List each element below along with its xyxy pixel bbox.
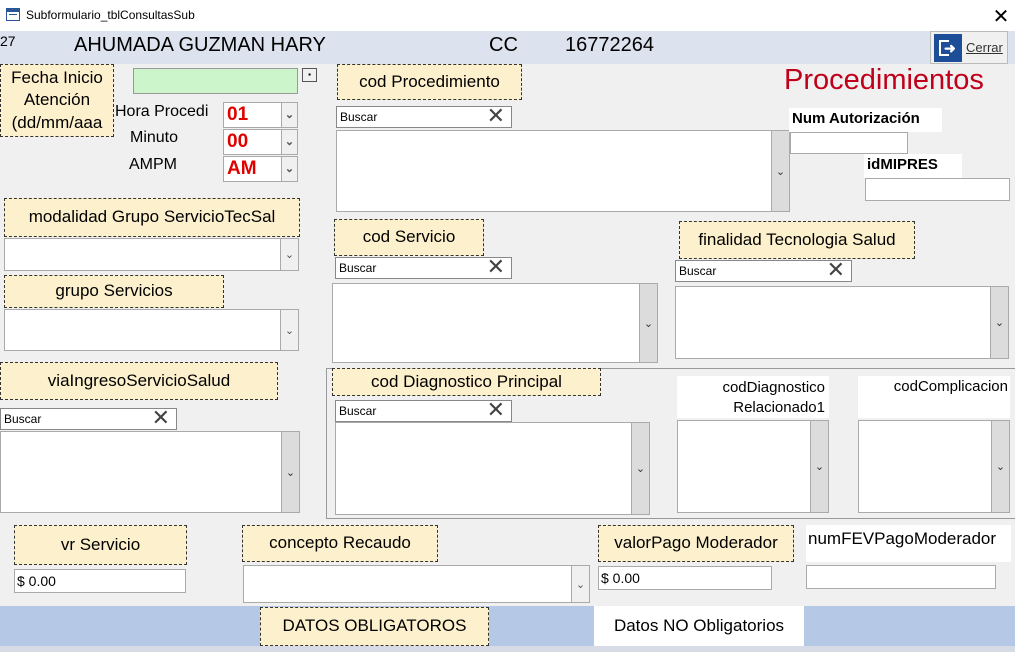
via-ingreso-list[interactable] <box>0 431 300 513</box>
via-ingreso-search[interactable]: Buscar ✕ <box>0 407 177 430</box>
clear-icon[interactable]: ✕ <box>152 407 170 429</box>
vr-servicio-label: vr Servicio <box>14 525 187 565</box>
modalidad-select[interactable] <box>4 238 299 271</box>
grupo-servicios-select[interactable] <box>4 309 299 351</box>
search-placeholder: Buscar <box>4 412 42 426</box>
section-title: Procedimientos <box>784 64 984 96</box>
exit-icon: ➜ <box>934 33 962 62</box>
cod-diagnostico-label: cod Diagnostico Principal <box>332 368 601 396</box>
valor-pago-label: valorPago Moderador <box>598 525 794 562</box>
clear-icon[interactable]: ✕ <box>827 259 845 281</box>
cerrar-button[interactable]: ➜ Cerrar <box>930 31 1008 64</box>
ampm-label: AMPM <box>129 156 177 173</box>
cod-complicacion-label: codComplicacion <box>858 376 1010 418</box>
patient-header: 27 AHUMADA GUZMAN HARY CC 16772264 ➜ Cer… <box>0 31 1015 64</box>
calendar-icon[interactable]: ▪ <box>302 68 317 82</box>
concepto-recaudo-label: concepto Recaudo <box>242 525 438 562</box>
modalidad-label: modalidad Grupo ServicioTecSal <box>4 198 300 237</box>
tab-datos-no-obligatorios[interactable]: Datos NO Obligatorios <box>594 606 804 646</box>
record-number: 27 <box>0 33 16 49</box>
search-placeholder: Buscar <box>339 261 377 275</box>
via-ingreso-label: viaIngresoServicioSalud <box>0 362 278 400</box>
cod-diag-rel-label: codDiagnostico Relacionado1 <box>677 376 829 418</box>
finalidad-search[interactable]: Buscar ✕ <box>675 259 852 282</box>
title-bar: Subformulario_tblConsultasSub ✕ <box>0 0 1015 31</box>
fecha-input[interactable] <box>133 68 298 94</box>
doc-type: CC <box>489 34 518 56</box>
hora-value: 01 <box>227 104 249 125</box>
grupo-servicios-label: grupo Servicios <box>4 275 224 308</box>
chevron-down-icon[interactable] <box>281 130 297 154</box>
chevron-down-icon[interactable] <box>631 423 649 514</box>
clear-icon[interactable]: ✕ <box>487 399 505 421</box>
chevron-down-icon[interactable] <box>280 310 298 350</box>
close-icon[interactable]: ✕ <box>990 4 1012 29</box>
footer-tabs: DATOS OBLIGATOROS Datos NO Obligatorios <box>0 606 1015 646</box>
num-fev-label: numFEVPagoModerador <box>806 525 1011 562</box>
chevron-down-icon[interactable] <box>810 421 828 512</box>
clear-icon[interactable]: ✕ <box>487 256 505 278</box>
hora-label: Hora Procedi <box>115 103 209 120</box>
clear-icon[interactable]: ✕ <box>487 105 505 127</box>
cod-servicio-list[interactable] <box>332 283 658 363</box>
hora-select[interactable]: 01 <box>223 102 298 128</box>
cerrar-label: Cerrar <box>966 40 1003 55</box>
fecha-label: Fecha Inicio Atención (dd/mm/aaa <box>0 64 114 137</box>
cod-diagnostico-list[interactable] <box>335 422 650 515</box>
idmipres-label: idMIPRES <box>864 154 962 178</box>
search-placeholder: Buscar <box>679 264 717 278</box>
chevron-down-icon[interactable] <box>990 287 1008 358</box>
divider <box>326 368 327 518</box>
divider <box>326 518 1015 519</box>
chevron-down-icon[interactable] <box>639 284 657 362</box>
chevron-down-icon[interactable] <box>281 432 299 512</box>
num-autorizacion-label: Num Autorización <box>789 108 942 132</box>
valor-pago-input[interactable]: $ 0.00 <box>598 566 772 590</box>
chevron-down-icon[interactable] <box>771 131 789 211</box>
num-autorizacion-input[interactable] <box>790 132 908 154</box>
cod-procedimiento-list[interactable] <box>336 130 790 212</box>
form-icon <box>6 8 20 21</box>
vr-servicio-input[interactable]: $ 0.00 <box>14 569 186 593</box>
chevron-down-icon[interactable] <box>571 566 589 602</box>
minuto-select[interactable]: 00 <box>223 129 298 155</box>
cod-servicio-search[interactable]: Buscar ✕ <box>335 256 512 279</box>
cod-complicacion-list[interactable] <box>858 420 1010 513</box>
ampm-value: AM <box>227 158 257 179</box>
chevron-down-icon[interactable] <box>281 157 297 181</box>
ampm-select[interactable]: AM <box>223 156 298 182</box>
num-fev-input[interactable] <box>806 565 996 589</box>
background-strip <box>0 646 1015 652</box>
chevron-down-icon[interactable] <box>991 421 1009 512</box>
idmipres-input[interactable] <box>865 178 1010 201</box>
cod-diagnostico-search[interactable]: Buscar ✕ <box>335 399 512 422</box>
tab-datos-obligatorios[interactable]: DATOS OBLIGATOROS <box>260 607 489 646</box>
patient-name: AHUMADA GUZMAN HARY <box>74 34 326 56</box>
chevron-down-icon[interactable] <box>281 103 297 127</box>
finalidad-label: finalidad Tecnologia Salud <box>679 221 915 259</box>
cod-procedimiento-search[interactable]: Buscar ✕ <box>336 105 512 128</box>
doc-number: 16772264 <box>565 34 654 56</box>
search-placeholder: Buscar <box>340 110 378 124</box>
finalidad-list[interactable] <box>675 286 1009 359</box>
window-title: Subformulario_tblConsultasSub <box>26 8 195 22</box>
cod-diag-rel-list[interactable] <box>677 420 829 513</box>
minuto-value: 00 <box>227 131 249 152</box>
concepto-recaudo-select[interactable] <box>243 565 590 603</box>
chevron-down-icon[interactable] <box>280 239 298 270</box>
minuto-label: Minuto <box>130 129 179 146</box>
cod-servicio-label: cod Servicio <box>334 219 484 256</box>
search-placeholder: Buscar <box>339 404 377 418</box>
cod-procedimiento-label: cod Procedimiento <box>337 64 522 100</box>
